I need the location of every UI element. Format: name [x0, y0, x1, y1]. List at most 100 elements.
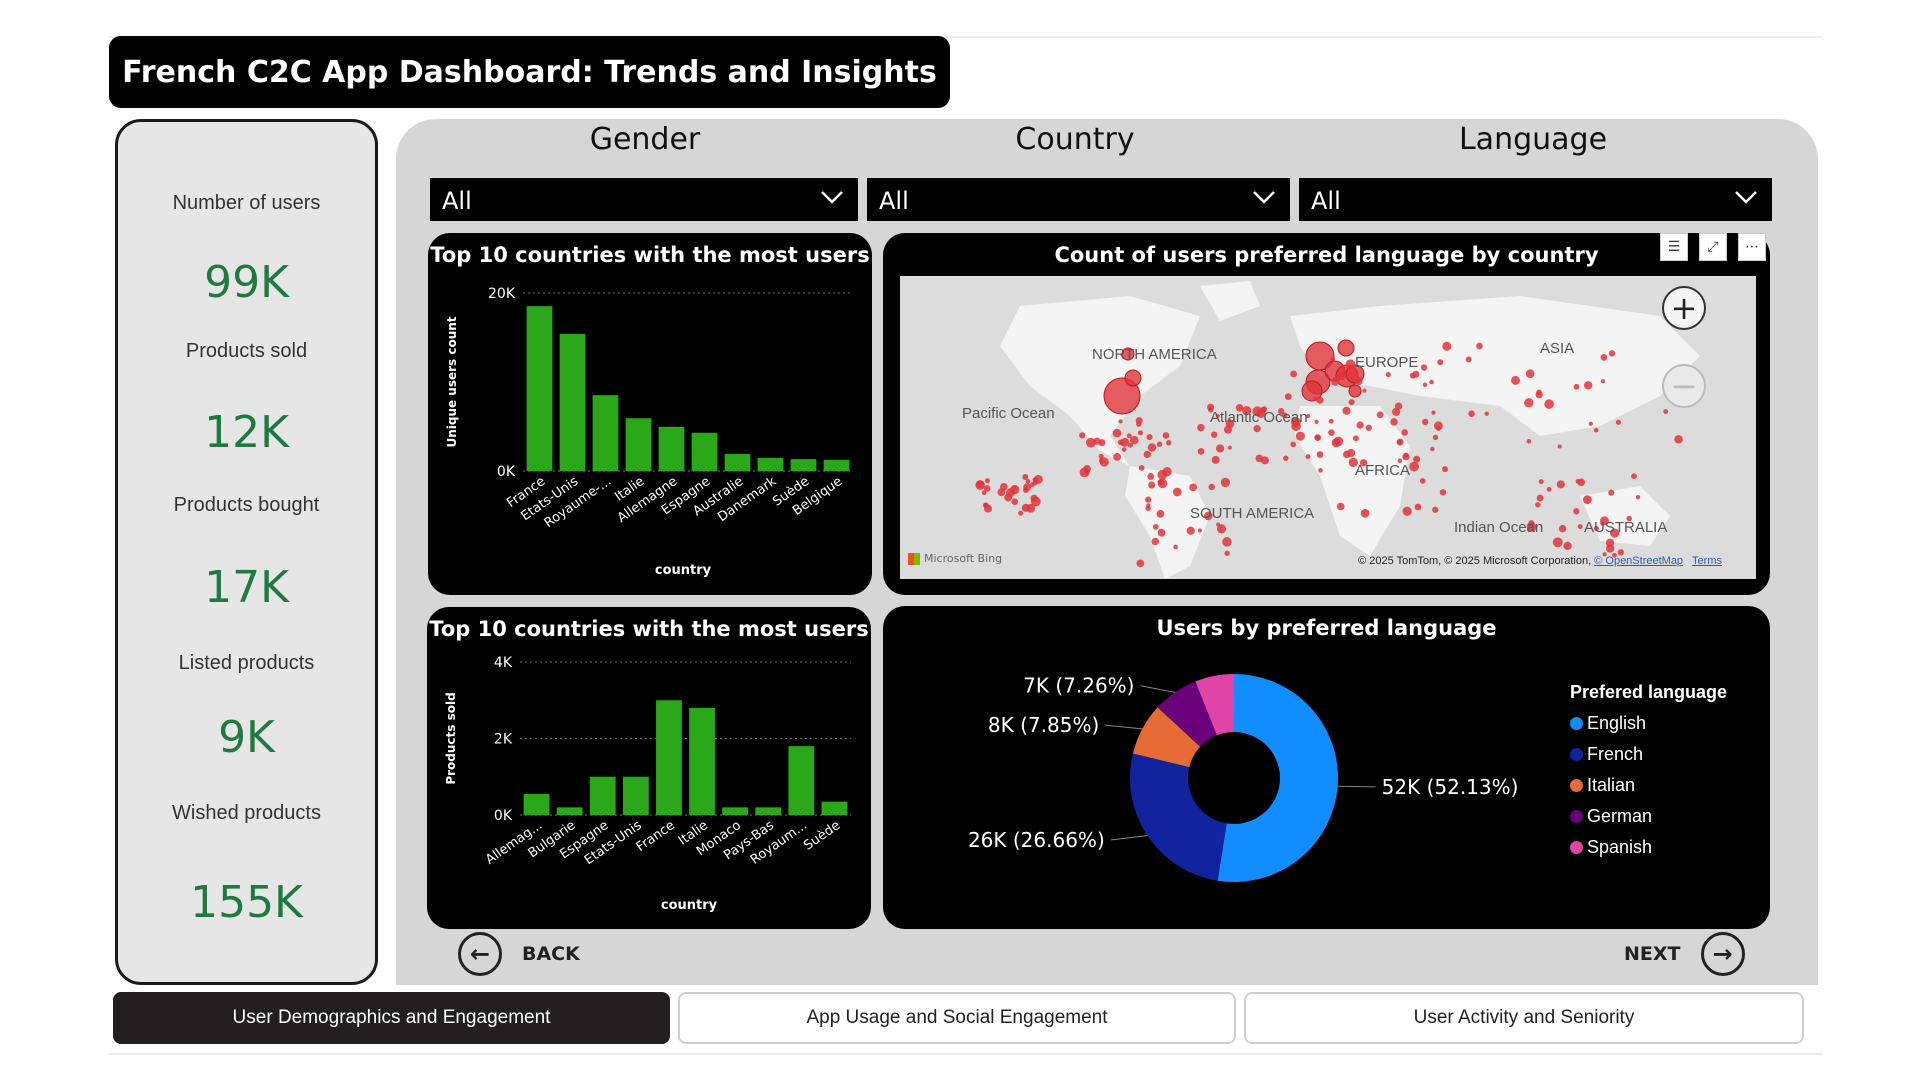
legend-item-english[interactable]: English — [1570, 713, 1727, 734]
back-button[interactable]: ← BACK — [458, 932, 580, 976]
map-bubble — [1290, 441, 1297, 448]
map-bubble — [1422, 418, 1429, 426]
map-label-asia: ASIA — [1540, 340, 1575, 357]
legend-item-spanish[interactable]: Spanish — [1570, 837, 1727, 858]
map-bubble — [1290, 370, 1298, 378]
gender-dropdown[interactable]: All — [430, 178, 858, 221]
map-bubble — [1172, 487, 1182, 497]
map-bubble — [1414, 503, 1422, 511]
map-bubble — [1391, 407, 1401, 416]
world-map[interactable]: NORTH AMERICA EUROPE ASIA Pacific Ocean … — [900, 276, 1756, 579]
map-bubble — [1208, 483, 1215, 491]
map-bubble — [1442, 466, 1449, 473]
map-bubble — [1631, 473, 1637, 480]
map-bubble — [1030, 496, 1041, 507]
map-bubble — [1216, 522, 1221, 527]
kpi-label-bought: Products bought — [173, 494, 320, 516]
map-bubble — [1260, 456, 1269, 465]
map-bubble — [984, 478, 990, 484]
terms-link[interactable]: Terms — [1692, 555, 1722, 567]
map-bubble — [1437, 359, 1444, 366]
users-bar-chart: 0K20KFranceEtats-UnisRoyaume-...ItalieAl… — [445, 286, 853, 578]
x-tick-label: Suède — [801, 818, 843, 854]
map-label-pacific: Pacific Ocean — [962, 405, 1055, 422]
donut-data-label: 8K (7.85%) — [988, 713, 1099, 737]
focus-mode-icon[interactable]: ⤢ — [1699, 233, 1727, 261]
bar — [689, 707, 715, 815]
map-bubble — [1316, 451, 1324, 458]
map-bubble — [1337, 339, 1355, 357]
map-bubble — [1011, 485, 1017, 491]
tab-user-demographics[interactable]: User Demographics and Engagement — [113, 992, 670, 1044]
zoom-out-button[interactable]: − — [1662, 364, 1706, 408]
map-bubble — [1166, 440, 1172, 446]
map-bubble — [1186, 526, 1195, 535]
map-bubble — [1635, 495, 1641, 500]
map-bubble — [1442, 341, 1452, 351]
openstreetmap-link[interactable]: © OpenStreetMap — [1594, 555, 1683, 567]
map-bubble — [1011, 498, 1019, 505]
chevron-down-icon — [1735, 191, 1757, 204]
map-bubble — [1558, 524, 1567, 533]
map-bubble — [1224, 550, 1230, 556]
map-bubble — [1318, 468, 1323, 473]
bar — [556, 807, 583, 815]
kpi-label-wished: Wished products — [172, 802, 321, 824]
map-title: Count of users preferred language by cou… — [1054, 243, 1599, 267]
map-bubble — [1222, 537, 1232, 547]
landmass-greenland — [1200, 281, 1260, 321]
map-bubble — [1022, 473, 1029, 481]
map-bubble — [1328, 429, 1335, 436]
country-dropdown[interactable]: All — [867, 178, 1290, 221]
kpi-label-sold: Products sold — [185, 340, 308, 362]
bar — [823, 459, 850, 471]
map-bubble — [1544, 399, 1554, 409]
products-sold-bar-chart: 0K2K4KAllemag...BulgarieEspagneEtats-Uni… — [444, 655, 851, 913]
bar — [757, 457, 784, 471]
map-bubble — [1215, 444, 1225, 453]
map-label-indian: Indian Ocean — [1454, 519, 1544, 536]
map-bubble — [1314, 419, 1319, 424]
map-bubble — [1432, 506, 1439, 513]
donut-slice-french — [1130, 753, 1227, 881]
map-bubble — [1022, 487, 1029, 493]
map-bubble — [1385, 371, 1391, 378]
map-bubble — [1283, 455, 1289, 461]
filter-title-gender: Gender — [589, 122, 701, 157]
tab-user-activity[interactable]: User Activity and Seniority — [1244, 992, 1804, 1044]
map-bubble — [1376, 411, 1384, 419]
map-bubble — [1079, 432, 1086, 439]
map-bubble — [1152, 523, 1159, 530]
language-dropdown[interactable]: All — [1299, 178, 1772, 221]
map-bubble — [1401, 429, 1408, 436]
zoom-in-button[interactable]: + — [1662, 286, 1706, 330]
users-by-country-card: Top 10 countries with the most users 0K 2… — [428, 233, 872, 595]
map-bubble — [1348, 384, 1362, 398]
legend-item-german[interactable]: German — [1570, 806, 1727, 827]
legend-dot — [1570, 779, 1583, 792]
next-button[interactable]: NEXT → — [1624, 932, 1745, 976]
map-bubble — [1147, 473, 1155, 480]
map-bubble — [1526, 438, 1532, 444]
map-bubble — [1227, 445, 1232, 450]
legend-item-italian[interactable]: Italian — [1570, 775, 1727, 796]
chevron-down-icon — [821, 191, 843, 204]
tab-app-usage[interactable]: App Usage and Social Engagement — [678, 992, 1236, 1044]
filter-icon[interactable]: ☰ — [1660, 233, 1688, 261]
legend-item-french[interactable]: French — [1570, 744, 1727, 765]
map-bubble — [1156, 441, 1163, 447]
map-bubble — [1588, 421, 1593, 426]
map-bubble — [1352, 435, 1359, 442]
donut-legend: Prefered language English French Italian… — [1570, 682, 1727, 858]
map-bubble — [1099, 457, 1109, 467]
map-bubble — [1390, 418, 1398, 426]
map-bubble — [1197, 423, 1205, 432]
y-tick-label: 2K — [494, 732, 513, 748]
map-bubble — [1546, 486, 1552, 492]
kpi-value-wished: 155K — [190, 877, 303, 928]
map-bubble — [1432, 434, 1439, 441]
map-bubble — [997, 488, 1006, 497]
map-bubble — [1412, 370, 1420, 378]
map-bubble — [1484, 411, 1489, 416]
more-options-icon[interactable]: ⋯ — [1738, 233, 1766, 261]
